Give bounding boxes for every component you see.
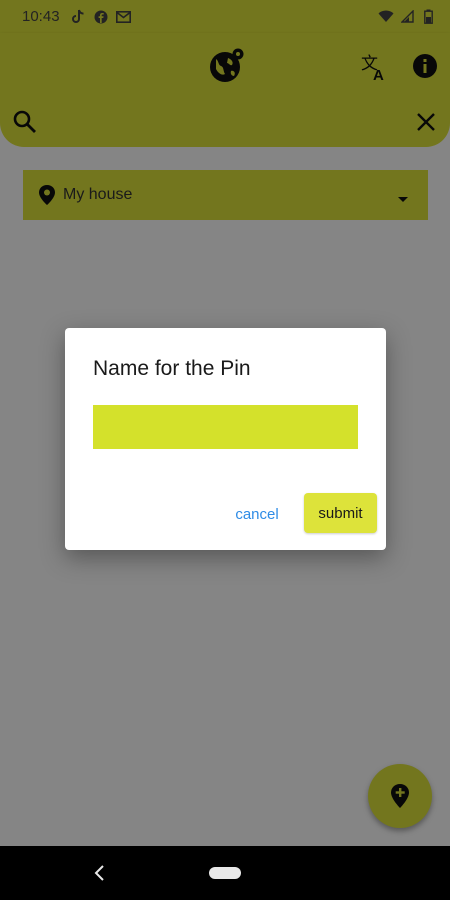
pin-name-input[interactable] <box>93 405 358 449</box>
pin-name-dialog: Name for the Pin cancel submit <box>65 328 386 550</box>
back-icon[interactable] <box>92 864 108 882</box>
dialog-title: Name for the Pin <box>93 357 251 380</box>
cancel-button[interactable]: cancel <box>225 494 289 534</box>
submit-button[interactable]: submit <box>304 493 377 533</box>
home-pill[interactable] <box>209 867 241 879</box>
